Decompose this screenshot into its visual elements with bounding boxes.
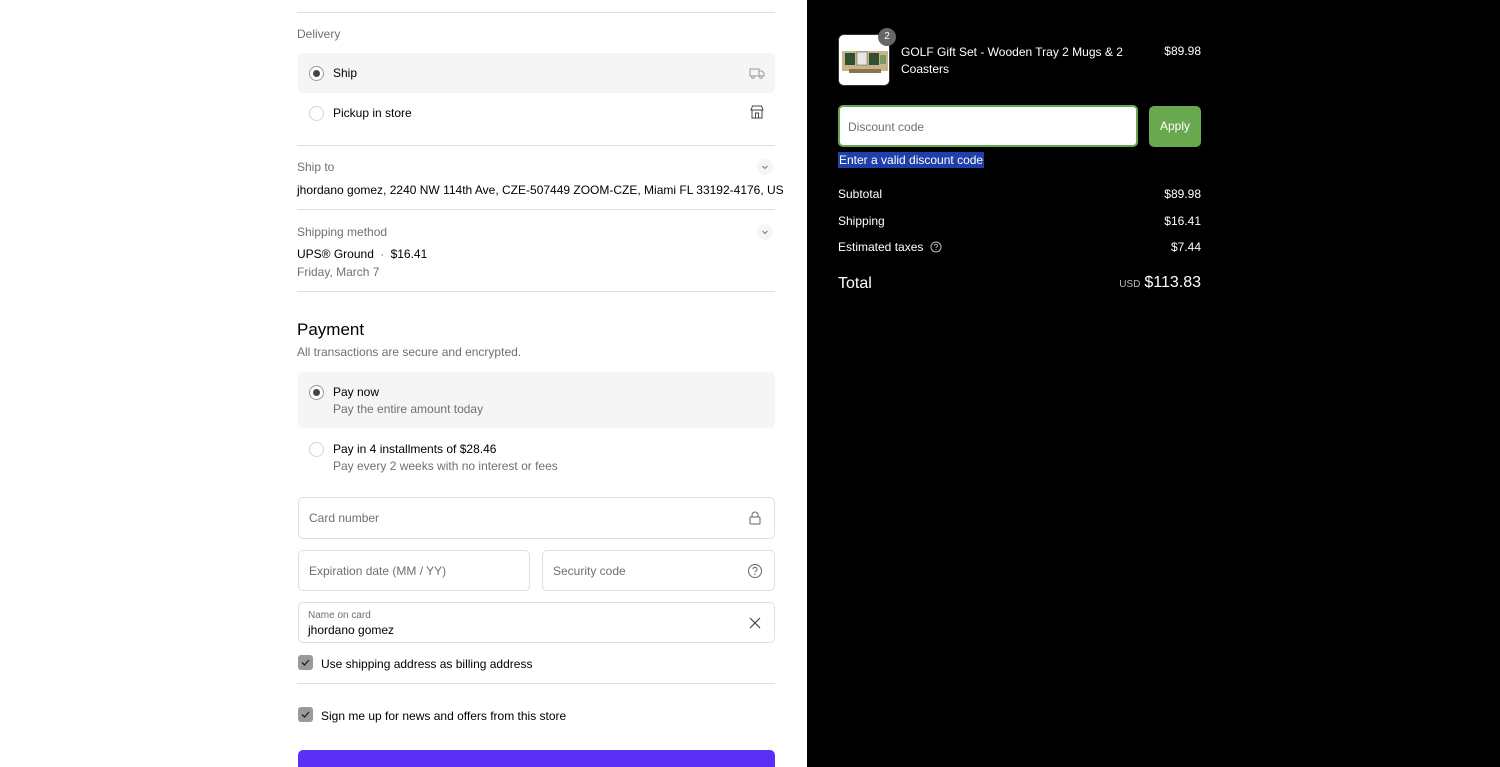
help-icon[interactable] — [930, 241, 942, 253]
ship-to-label: Ship to — [297, 160, 335, 174]
checkmark-icon — [301, 711, 310, 718]
billing-address-label: Use shipping address as billing address — [321, 657, 533, 671]
divider — [297, 12, 775, 13]
close-icon[interactable] — [747, 615, 763, 631]
lock-icon — [749, 511, 761, 525]
pay-now-radio[interactable] — [309, 385, 324, 400]
shipping-date: Friday, March 7 — [297, 265, 380, 279]
shipping-price: $16.41 — [390, 247, 428, 261]
installments-title: Pay in 4 installments of $28.46 — [333, 442, 497, 456]
shipping-value: $16.41 — [1164, 214, 1201, 228]
ship-label: Ship — [333, 66, 358, 80]
checkmark-icon — [301, 659, 310, 666]
help-icon[interactable] — [747, 563, 763, 579]
ship-radio[interactable] — [309, 66, 324, 81]
discount-code-input[interactable]: Discount code — [838, 105, 1138, 147]
ship-to-address: jhordano gomez, 2240 NW 114th Ave, CZE-5… — [297, 183, 784, 197]
subtotal-label: Subtotal — [838, 187, 883, 201]
shipping-label: Shipping — [838, 214, 885, 228]
subtotal-value: $89.98 — [1164, 187, 1201, 201]
estimated-taxes-label: Estimated taxes — [838, 240, 942, 254]
name-on-card-label: Name on card — [308, 610, 371, 621]
estimated-taxes-text: Estimated taxes — [838, 240, 924, 254]
store-icon — [750, 105, 764, 119]
chevron-down-icon[interactable] — [757, 224, 773, 240]
pickup-label: Pickup in store — [333, 106, 412, 120]
installments-radio[interactable] — [309, 442, 324, 457]
installments-subtitle: Pay every 2 weeks with no interest or fe… — [333, 459, 558, 473]
divider — [297, 209, 775, 210]
name-on-card-field[interactable]: Name on card jhordano gomez — [298, 602, 775, 643]
chevron-down-icon[interactable] — [757, 159, 773, 175]
pickup-radio[interactable] — [309, 106, 324, 121]
divider — [297, 683, 775, 684]
payment-option-pay-now[interactable]: Pay now Pay the entire amount today — [298, 372, 775, 428]
separator: · — [380, 247, 385, 261]
delivery-option-ship[interactable]: Ship — [298, 53, 775, 93]
newsletter-checkbox[interactable] — [298, 707, 313, 722]
delivery-label: Delivery — [297, 27, 341, 41]
expiration-placeholder: Expiration date (MM / YY) — [309, 564, 447, 578]
security-code-field[interactable]: Security code — [542, 550, 775, 591]
delivery-option-pickup[interactable]: Pickup in store — [298, 93, 775, 133]
payment-title: Payment — [297, 320, 365, 339]
total-label: Total — [838, 275, 872, 292]
expiration-date-field[interactable]: Expiration date (MM / YY) — [298, 550, 530, 591]
product-name: GOLF Gift Set - Wooden Tray 2 Mugs & 2 C… — [901, 45, 1123, 76]
estimated-taxes-value: $7.44 — [1170, 240, 1201, 254]
checkout-form-panel: Delivery Ship Pickup in store Ship to jh… — [0, 0, 807, 767]
payment-option-installments[interactable]: Pay in 4 installments of $28.46 Pay ever… — [298, 428, 775, 486]
shipping-carrier: UPS® Ground — [297, 247, 374, 261]
quantity-badge: 2 — [878, 28, 896, 46]
currency-code: USD — [1119, 279, 1141, 290]
divider — [297, 145, 775, 146]
billing-address-checkbox[interactable] — [298, 655, 313, 670]
newsletter-label: Sign me up for news and offers from this… — [321, 709, 567, 723]
product-price: $89.98 — [1164, 44, 1201, 58]
divider — [297, 291, 775, 292]
shipping-method-summary: UPS® Ground · $16.41 — [297, 247, 427, 261]
pay-now-subtitle: Pay the entire amount today — [333, 402, 484, 416]
payment-subtitle: All transactions are secure and encrypte… — [297, 345, 522, 359]
total-value: $113.83 — [1144, 274, 1201, 291]
apply-button[interactable]: Apply — [1149, 106, 1201, 147]
truck-icon — [749, 68, 765, 79]
discount-error-message: Enter a valid discount code — [838, 152, 985, 168]
card-number-field[interactable]: Card number — [298, 497, 775, 539]
total-value-group: USD $113.83 — [1050, 274, 1201, 292]
discount-code-placeholder: Discount code — [848, 120, 925, 134]
pay-now-title: Pay now — [333, 385, 380, 399]
security-placeholder: Security code — [553, 564, 626, 578]
shipping-method-label: Shipping method — [297, 225, 388, 239]
pay-now-button[interactable] — [298, 750, 775, 767]
name-on-card-value: jhordano gomez — [308, 623, 395, 637]
card-number-placeholder: Card number — [309, 511, 380, 525]
